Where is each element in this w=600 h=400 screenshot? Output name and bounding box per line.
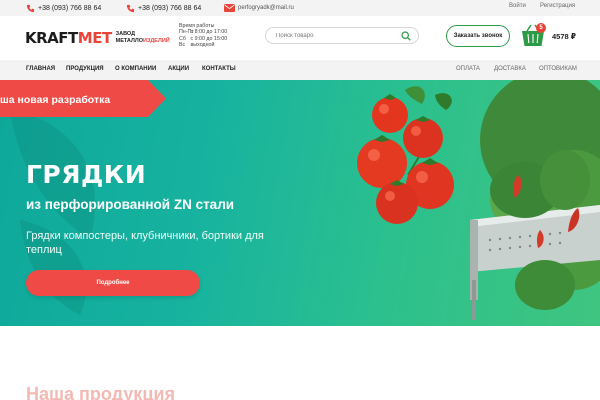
phone-number-2: +38 (093) 766 88 64 [138, 4, 202, 12]
promo-ribbon-text: ша новая разработка [0, 94, 111, 106]
nav-item-promotions[interactable]: АКЦИИ [168, 66, 189, 72]
nav-item-products[interactable]: ПРОДУКЦИЯ [66, 66, 104, 72]
nav-item-about[interactable]: О КОМПАНИИ [115, 66, 156, 72]
nav-item-contacts[interactable]: КОНТАКТЫ [202, 66, 236, 72]
email-link[interactable]: perfogryadk@mail.ru [224, 2, 294, 14]
hero-subtitle: из перфорированной ZN стали [26, 197, 235, 212]
callback-button[interactable]: Заказать звонок [446, 25, 510, 47]
hero-title: ГРЯДКИ [26, 160, 147, 189]
hours-row: Вс выходной [179, 42, 215, 49]
search-input[interactable] [276, 31, 396, 41]
mail-icon [224, 4, 235, 12]
nav-item-home[interactable]: ГЛАВНАЯ [26, 66, 55, 72]
hero-banner: ша новая разработка ГРЯДКИ из перфориров… [0, 80, 600, 326]
phone-link-2[interactable]: +38 (093) 766 88 64 [126, 2, 201, 14]
nav-item-payment[interactable]: ОПЛАТА [456, 66, 480, 72]
nav-item-wholesale[interactable]: ОПТОВИКАМ [539, 66, 577, 72]
search-box [265, 27, 419, 44]
working-hours: Время работы Пн-Пт с 8:00 до 17:00 Сб с … [179, 23, 227, 49]
nav-item-delivery[interactable]: ДОСТАВКА [494, 66, 526, 72]
site-logo[interactable]: KRAFTMET Завод металлоизделий [25, 28, 170, 48]
hero-description: Грядки компостеры, клубничники, бортики … [26, 230, 264, 256]
phone-icon [126, 4, 135, 12]
login-link[interactable]: Войти [509, 3, 526, 9]
logo-subtitle: Завод металлоизделий [115, 31, 170, 44]
details-button[interactable]: Подробнее [26, 270, 200, 296]
site-header: KRAFTMET Завод металлоизделий Время рабо… [0, 16, 600, 60]
logo-wordmark: KRAFTMET [25, 29, 112, 47]
section-title: Наша продукция [26, 384, 175, 400]
cart-total[interactable]: 4578 ₽ [552, 32, 576, 41]
search-icon[interactable] [401, 31, 411, 41]
main-nav: ГЛАВНАЯ ПРОДУКЦИЯ О КОМПАНИИ АКЦИИ КОНТА… [0, 60, 600, 80]
tomato-garden-bed-image [357, 80, 600, 320]
register-link[interactable]: Регистрация [540, 3, 575, 9]
cart-count-badge: 5 [536, 23, 546, 33]
phone-icon [26, 4, 35, 12]
phone-number-1: +38 (093) 766 88 64 [38, 4, 102, 12]
email-text: perfogryadk@mail.ru [238, 5, 294, 11]
phone-link-1[interactable]: +38 (093) 766 88 64 [26, 2, 101, 14]
top-bar: +38 (093) 766 88 64 +38 (093) 766 88 64 … [0, 0, 600, 16]
